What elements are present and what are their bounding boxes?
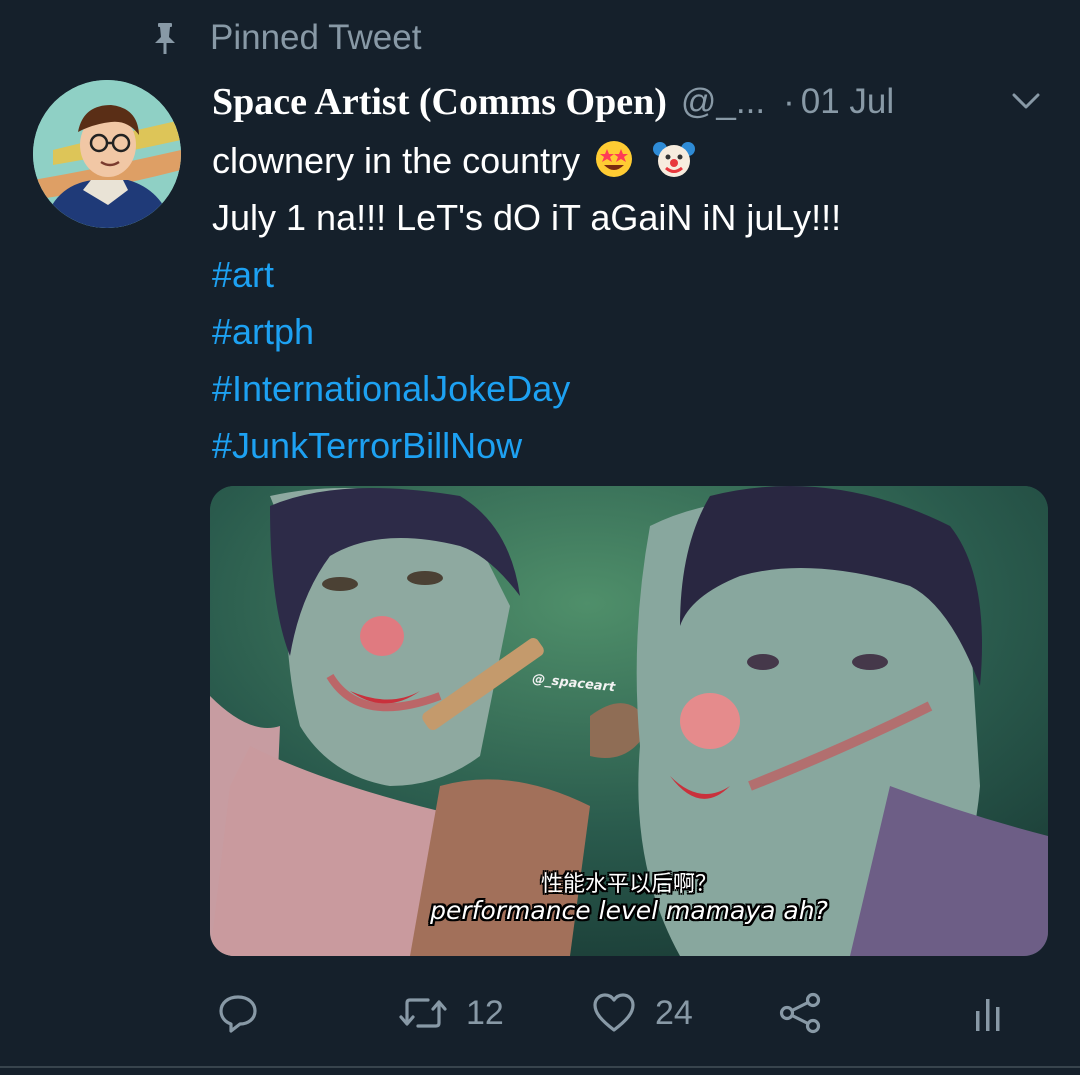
- display-name[interactable]: Space Artist (Comms Open): [212, 80, 667, 124]
- pinned-tweet-label: Pinned Tweet: [210, 18, 422, 57]
- star-struck-emoji: [594, 138, 638, 195]
- heart-icon: [591, 991, 637, 1035]
- pin-icon: [150, 20, 180, 56]
- hashtag-link[interactable]: #JunkTerrorBillNow: [212, 417, 1052, 474]
- analytics-button[interactable]: [972, 985, 1004, 1041]
- subtitle-chinese: 性能水平以后啊？: [540, 872, 717, 897]
- tweet-text-line: July 1 na!!! LeT's dO iT aGaiN iN juLy!!…: [212, 197, 842, 238]
- hashtag-link[interactable]: #art: [212, 246, 1052, 303]
- clown-face-emoji: [652, 138, 696, 195]
- retweet-button[interactable]: 12: [398, 985, 504, 1041]
- like-count: 24: [655, 993, 693, 1032]
- tweet-text-line: clownery in the country: [212, 132, 1052, 189]
- tweet-media-image[interactable]: @_spaceart 性能水平以后啊？ performance level ma…: [210, 486, 1048, 956]
- pinned-tweet-indicator: Pinned Tweet: [150, 18, 421, 58]
- tweet-action-bar: 12 24: [0, 985, 1080, 1041]
- tweet-date[interactable]: 01 Jul: [801, 82, 894, 122]
- user-handle[interactable]: @_...: [681, 82, 765, 122]
- hashtag-link[interactable]: #artph: [212, 303, 1052, 360]
- tweet-divider: [0, 1066, 1080, 1068]
- retweet-icon: [398, 991, 448, 1035]
- tweet-header: Space Artist (Comms Open) @_... · 01 Jul: [212, 78, 1052, 126]
- like-button[interactable]: 24: [591, 985, 693, 1041]
- subtitle-english: performance level mamaya ah?: [430, 896, 828, 925]
- avatar[interactable]: [33, 80, 181, 228]
- tweet-text: clownery in the country July 1 na!!! LeT…: [212, 132, 1052, 474]
- retweet-count: 12: [466, 993, 504, 1032]
- share-button[interactable]: [778, 985, 824, 1041]
- hashtag-link[interactable]: #InternationalJokeDay: [212, 360, 1052, 417]
- analytics-icon: [972, 991, 1004, 1035]
- chevron-down-icon[interactable]: [1007, 82, 1045, 120]
- reply-button[interactable]: [216, 985, 260, 1041]
- tweet-text-line-1: clownery in the country: [212, 140, 581, 181]
- reply-icon: [216, 991, 260, 1035]
- separator-dot: ·: [783, 82, 795, 121]
- share-icon: [778, 991, 824, 1035]
